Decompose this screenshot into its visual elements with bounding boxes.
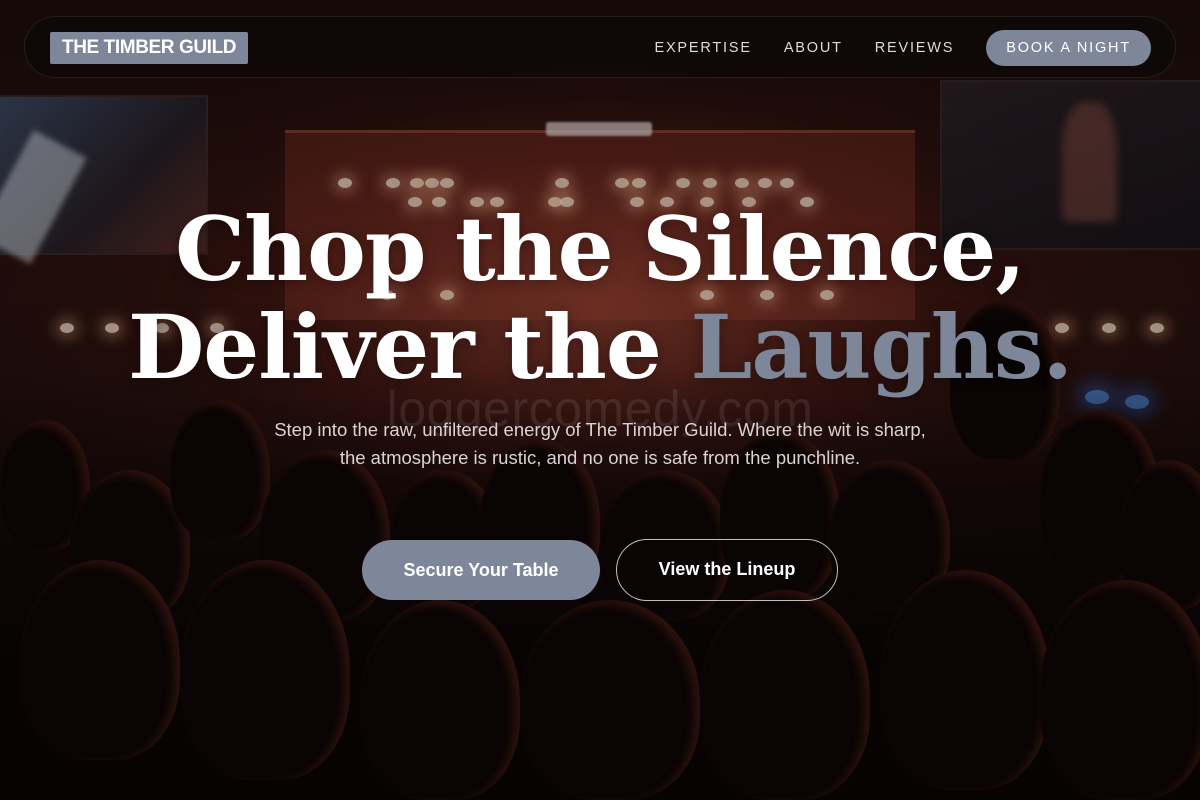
book-a-night-button[interactable]: BOOK A NIGHT	[986, 30, 1151, 66]
secure-table-button[interactable]: Secure Your Table	[362, 540, 600, 600]
view-lineup-button[interactable]: View the Lineup	[616, 539, 838, 601]
hero-title-accent: Laughs.	[690, 295, 1073, 399]
hero-title-line2: Deliver the	[127, 295, 691, 399]
top-navbar: THE TIMBER GUILD EXPERTISE ABOUT REVIEWS…	[24, 16, 1176, 78]
nav-link-expertise[interactable]: EXPERTISE	[654, 30, 751, 66]
brand-logo[interactable]: THE TIMBER GUILD	[50, 32, 249, 64]
hero-title-line1: Chop the Silence,	[175, 197, 1026, 301]
nav-links: EXPERTISE ABOUT REVIEWS BOOK A NIGHT	[654, 30, 1151, 66]
hero-subtitle: Step into the raw, unfiltered energy of …	[274, 419, 926, 468]
nav-link-reviews[interactable]: REVIEWS	[875, 30, 954, 66]
hero-title: Chop the Silence, Deliver the Laughs.	[0, 200, 1200, 396]
nav-link-about[interactable]: ABOUT	[784, 30, 843, 66]
